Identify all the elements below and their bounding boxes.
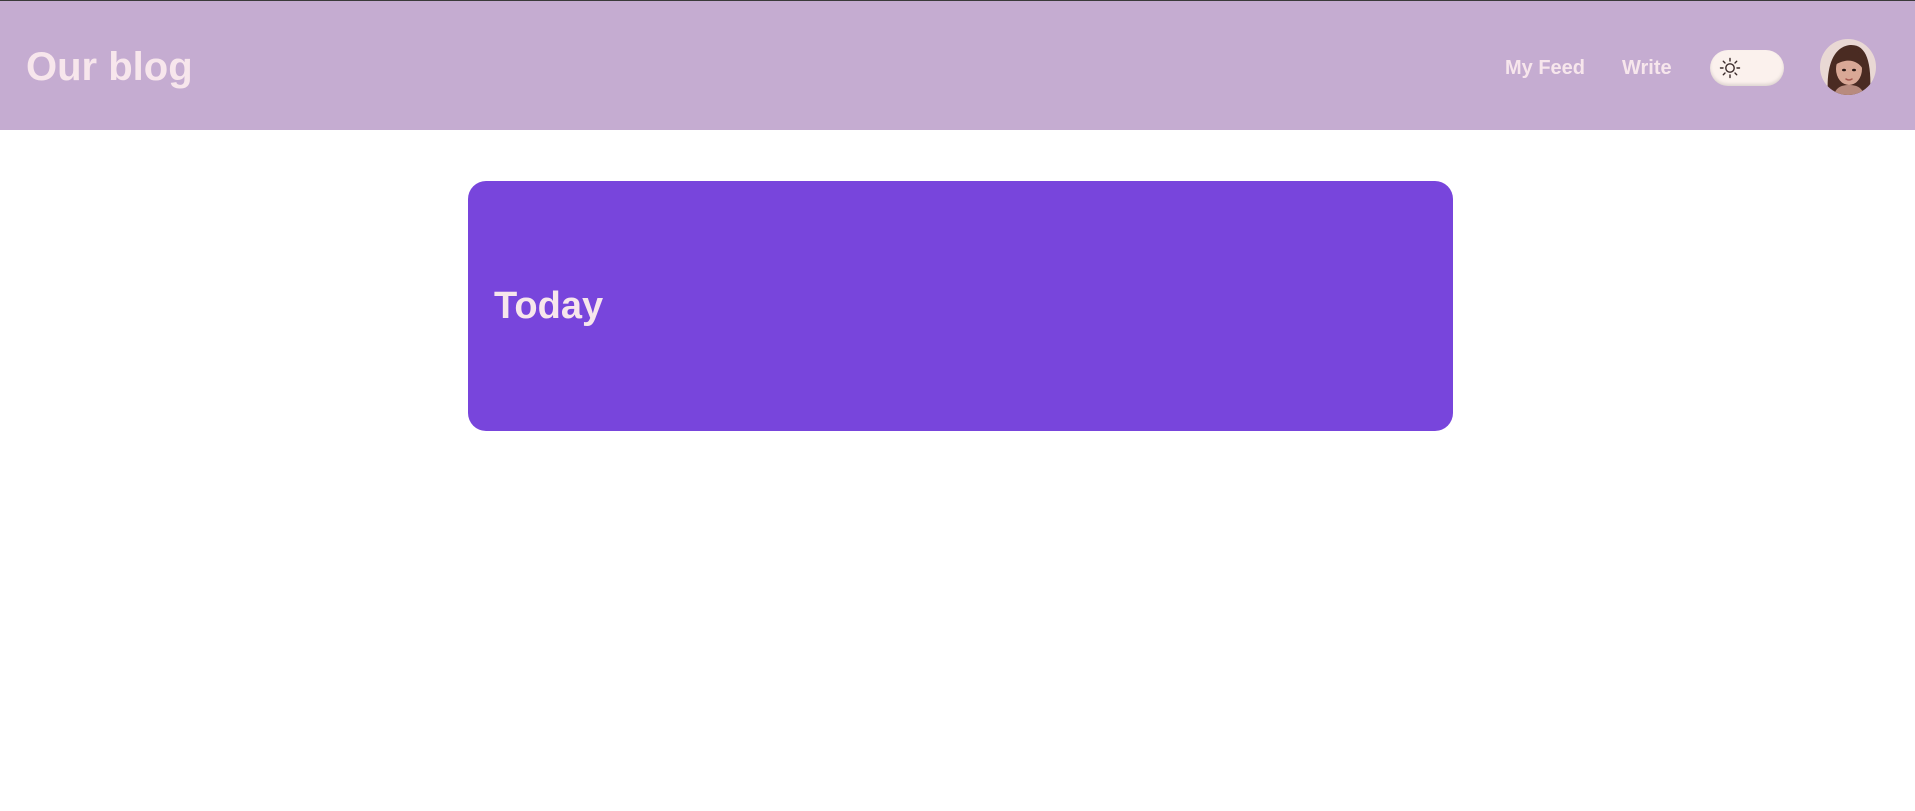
today-card: Today xyxy=(468,181,1453,431)
card-title: Today xyxy=(494,285,604,327)
site-brand[interactable]: Our blog xyxy=(26,44,193,90)
nav-my-feed[interactable]: My Feed xyxy=(1505,56,1585,80)
theme-toggle[interactable] xyxy=(1710,50,1784,86)
nav-write[interactable]: Write xyxy=(1622,56,1672,80)
site-header: Our blog My Feed Write xyxy=(0,1,1915,130)
sun-icon xyxy=(1719,57,1741,79)
user-avatar[interactable] xyxy=(1820,39,1876,95)
avatar-portrait-icon xyxy=(1820,39,1876,95)
